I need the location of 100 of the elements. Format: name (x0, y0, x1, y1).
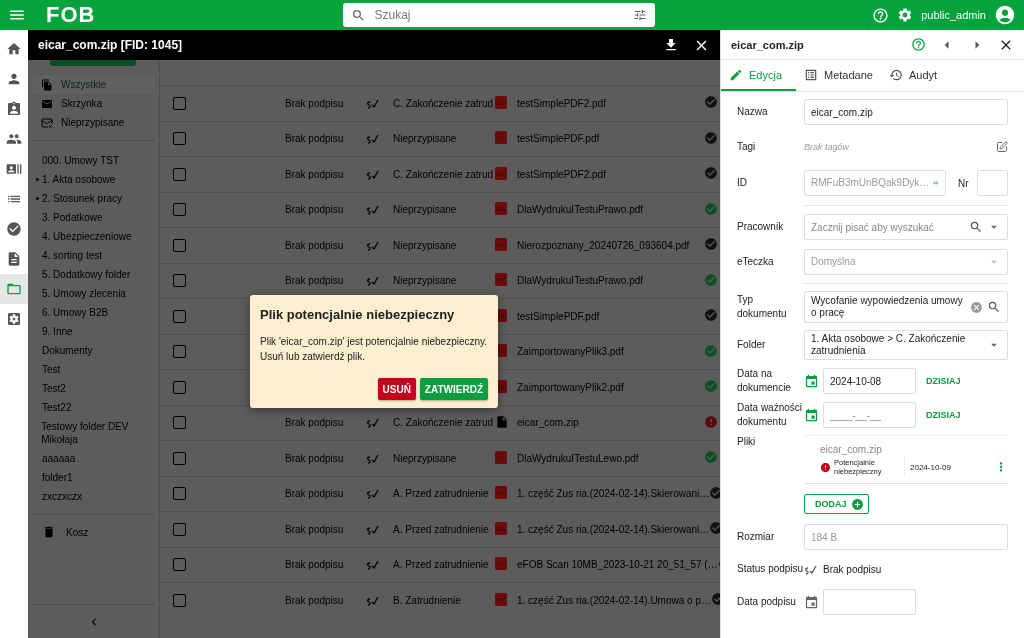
folder-item[interactable]: 4. Ubezpieczeniowe (32, 227, 155, 246)
table-row[interactable]: Brak podpisu Nieprzypisane testSimplePDF.pdf (160, 120, 720, 156)
table-row[interactable]: Brak podpisu Nieprzypisane Nierozpoznany_20240726_093604.pdf (160, 227, 720, 263)
date-input[interactable]: ____-__-__ (830, 409, 909, 421)
today-link[interactable]: DZISIAJ (926, 376, 961, 386)
today-link[interactable]: DZISIAJ (926, 410, 961, 420)
folder-item[interactable]: aaaaaa (32, 449, 155, 468)
search-input[interactable]: Szukaj (372, 7, 628, 23)
field-label: Folder (737, 338, 767, 352)
id-field[interactable]: RMFuB3mUnBQak9Dyk… (804, 170, 946, 196)
avatar-icon[interactable] (994, 4, 1016, 26)
row-checkbox[interactable] (173, 558, 186, 572)
filter-icon[interactable] (633, 8, 648, 22)
logo[interactable]: FOB (46, 2, 96, 28)
folder-item[interactable]: 3. Podatkowe (32, 208, 155, 227)
folder-item[interactable]: 6. Umowy B2B (32, 303, 155, 322)
row-checkbox[interactable] (173, 593, 186, 607)
search-field[interactable]: Zacznij pisać aby wyszukać (804, 214, 1008, 240)
delete-button[interactable]: USUŃ (377, 378, 416, 400)
search-icon[interactable] (987, 300, 1001, 314)
field-label: eTeczka (737, 255, 775, 269)
folder-item[interactable]: 4. sorting test (32, 246, 155, 265)
search-icon[interactable] (969, 220, 983, 234)
folder-item[interactable]: Dokumenty (32, 341, 155, 360)
date-field[interactable]: 2024-10-08 (823, 368, 916, 394)
row-checkbox[interactable] (173, 487, 186, 501)
date-field[interactable]: ____-__-__ (823, 402, 916, 428)
trash-item[interactable]: Kosz (32, 515, 155, 549)
folder-item[interactable]: Test22 (32, 398, 155, 417)
download-icon[interactable] (663, 37, 679, 53)
folder-item[interactable]: 1. Akta osobowe (32, 170, 155, 189)
settings-icon[interactable] (897, 7, 914, 23)
signature-cell-text: Brak podpisu (285, 488, 345, 500)
folder-filter[interactable]: Wszystkie (32, 75, 155, 94)
number-field[interactable] (976, 170, 1008, 196)
expand-icon[interactable] (34, 176, 41, 183)
help-icon[interactable] (911, 37, 926, 52)
calendar-icon[interactable] (804, 407, 819, 423)
help-icon[interactable] (872, 6, 890, 24)
tab[interactable]: Metadane (796, 60, 881, 91)
date-field[interactable] (823, 589, 916, 615)
text-field[interactable]: eicar_com.zip (804, 99, 1008, 125)
user-name[interactable]: public_admin (921, 9, 986, 21)
row-checkbox[interactable] (173, 96, 186, 110)
row-checkbox[interactable] (173, 416, 186, 430)
folder-item[interactable]: Test2 (32, 379, 155, 398)
row-checkbox[interactable] (173, 522, 186, 536)
pencil-icon (729, 67, 743, 82)
select-field[interactable]: 1. Akta osobowe > C. Zakończenie zatrudnienia (804, 330, 1008, 360)
folder-item[interactable]: zxczxczx (32, 487, 155, 506)
edit-icon[interactable] (996, 141, 1008, 153)
trash-icon (42, 525, 56, 539)
table-row[interactable]: Brak podpisu Nieprzypisane DlaWydrukuITestuPrawo.pdf (160, 191, 720, 227)
person-list-icon (6, 161, 22, 177)
folder-item[interactable]: 000. Umowy TST (32, 151, 155, 170)
search-field[interactable]: Szukaj (343, 3, 656, 27)
folder-filter[interactable]: Skrzynka (32, 94, 155, 113)
search-field[interactable]: Wycofanie wypowiedzenia umowy o pracę (804, 291, 1008, 323)
date-input[interactable]: 2024-10-08 (830, 375, 909, 387)
folder-item[interactable]: Test (32, 360, 155, 379)
add-button[interactable]: DODAJ (804, 494, 869, 514)
row-checkbox[interactable] (173, 345, 186, 359)
folder-item[interactable]: 9. Inne (32, 322, 155, 341)
text-input[interactable]: eicar_com.zip (811, 106, 1001, 118)
folder-item[interactable]: 5. Umowy zlecenia (32, 284, 155, 303)
row-checkbox[interactable] (173, 238, 186, 252)
folder-filter[interactable]: Nieprzypisane (32, 113, 155, 132)
signature-icon (365, 133, 379, 145)
folder-item[interactable]: Testowy folder DEV Mikołaja (32, 417, 155, 449)
row-checkbox[interactable] (173, 309, 186, 323)
tab[interactable]: Audyt (880, 60, 946, 91)
tab[interactable]: Edycja (721, 60, 796, 91)
folder-cell-text: A. Przed zatrudnienie (392, 488, 490, 500)
signature-icon (365, 559, 379, 571)
row-checkbox[interactable] (173, 451, 186, 465)
folder-item[interactable]: folder1 (32, 468, 155, 487)
field-label: Typ dokumentu (737, 293, 788, 321)
table-row[interactable]: Brak podpisu C. Zakończenie zatrud testSimplePDF2.pdf (160, 156, 720, 192)
search-input[interactable]: Zacznij pisać aby wyszukać (811, 221, 965, 233)
folder-cell-text: B. Zatrudnienie (392, 594, 462, 606)
row-checkbox[interactable] (173, 380, 186, 394)
folder-cell-text: A. Przed zatrudnienie (392, 559, 490, 571)
signature-icon (365, 488, 379, 500)
table-row[interactable]: Brak podpisu A. Przed zatrudnienie 1. część Zus ria.(2024-02-14).Skierowani… (160, 475, 720, 511)
field-label: Tagi (737, 140, 757, 154)
signature-icon (365, 594, 379, 606)
row-checkbox[interactable] (173, 203, 186, 217)
table-row[interactable]: Brak podpisu C. Zakończenie zatrud testSimplePDF2.pdf (160, 85, 720, 121)
folder-item[interactable]: 5. Dodatkowy folder (32, 265, 155, 284)
table-row[interactable]: Brak podpisu A. Przed zatrudnienie 1. część Zus ria.(2024-02-14).Skierowani… (160, 511, 720, 547)
row-checkbox[interactable] (173, 167, 186, 181)
table-row[interactable]: Brak podpisu Nieprzypisane DlaWydrukuITestuLewo.pdf (160, 440, 720, 476)
calendar-icon[interactable] (804, 373, 819, 389)
row-checkbox[interactable] (173, 274, 186, 288)
signature-cell-text: Brak podpisu (285, 204, 345, 216)
folder-item[interactable]: 2. Stosunek pracy (32, 189, 155, 208)
expand-icon[interactable] (34, 195, 41, 202)
row-checkbox[interactable] (173, 132, 186, 146)
history-icon (888, 67, 903, 82)
confirm-button[interactable]: ZATWIERDŹ (419, 378, 488, 400)
